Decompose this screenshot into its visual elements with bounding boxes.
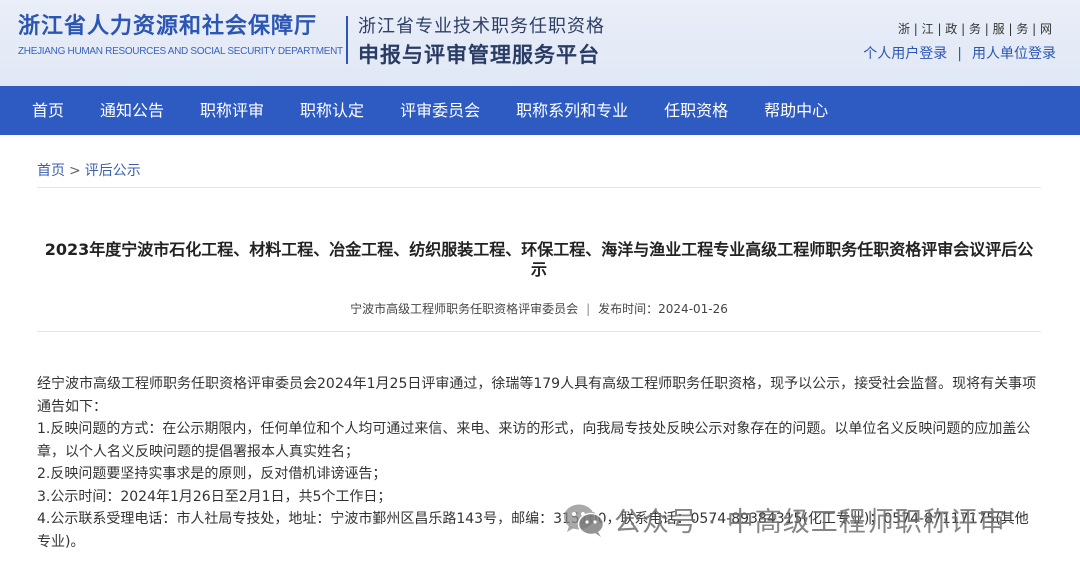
nav-review-committee[interactable]: 评审委员会 — [382, 86, 498, 135]
nav-series-and-majors[interactable]: 职称系列和专业 — [498, 86, 646, 135]
article-title: 2023年度宁波市石化工程、材料工程、冶金工程、纺织服装工程、环保工程、海洋与渔… — [44, 240, 1034, 279]
platform-subtitle: 浙江省专业技术职务任职资格 — [358, 16, 605, 37]
unit-login-link[interactable]: 用人单位登录 — [972, 46, 1056, 62]
breadcrumb-current[interactable]: 评后公示 — [85, 163, 141, 179]
article-meta: 宁波市高级工程师职务任职资格评审委员会 | 发布时间：2024-01-26 — [37, 300, 1041, 317]
header-divider — [346, 16, 348, 64]
body-paragraph-3: 3.公示时间：2024年1月26日至2月1日，共5个工作日； — [37, 488, 392, 505]
department-name-english: ZHEJIANG HUMAN RESOURCES AND SOCIAL SECU… — [18, 46, 343, 57]
nav-home[interactable]: 首页 — [0, 86, 82, 135]
site-header: 浙江省人力资源和社会保障厅 ZHEJIANG HUMAN RESOURCES A… — [0, 0, 1080, 86]
meta-divider — [37, 331, 1041, 332]
login-separator: | — [957, 46, 962, 62]
nav-qualifications[interactable]: 任职资格 — [646, 86, 746, 135]
article-source: 宁波市高级工程师职务任职资格评审委员会 — [350, 302, 579, 316]
publish-date: 2024-01-26 — [658, 302, 728, 316]
body-paragraph-4: 4.公示联系受理电话：市人社局专技处，地址：宁波市鄞州区昌乐路143号，邮编：3… — [37, 511, 1029, 550]
zhejiang-gov-service-link[interactable]: 浙 | 江 | 政 | 务 | 服 | 务 | 网 — [898, 20, 1052, 37]
article-body: 经宁波市高级工程师职务任职资格评审委员会2024年1月25日评审通过，徐瑞等17… — [37, 373, 1041, 553]
body-paragraph-2: 2.反映问题要坚持实事求是的原则，反对借机诽谤诬告； — [37, 466, 387, 482]
publish-label: 发布时间： — [598, 302, 659, 316]
body-paragraph-1: 1.反映问题的方式：在公示期限内，任何单位和个人均可通过来信、来电、来访的形式，… — [37, 421, 1031, 460]
nav-title-review[interactable]: 职称评审 — [182, 86, 282, 135]
breadcrumb-home[interactable]: 首页 — [37, 163, 65, 179]
meta-separator: | — [586, 302, 591, 316]
department-name[interactable]: 浙江省人力资源和社会保障厅 — [18, 8, 317, 40]
breadcrumb: 首页 > 评后公示 — [37, 160, 141, 180]
main-nav: 首页 通知公告 职称评审 职称认定 评审委员会 职称系列和专业 任职资格 帮助中… — [0, 86, 1080, 135]
nav-notices[interactable]: 通知公告 — [82, 86, 182, 135]
platform-title: 申报与评审管理服务平台 — [358, 43, 600, 67]
body-paragraph-intro: 经宁波市高级工程师职务任职资格评审委员会2024年1月25日评审通过，徐瑞等17… — [37, 376, 1037, 415]
nav-title-recognition[interactable]: 职称认定 — [282, 86, 382, 135]
nav-help-center[interactable]: 帮助中心 — [746, 86, 846, 135]
personal-login-link[interactable]: 个人用户登录 — [863, 46, 947, 62]
login-links: 个人用户登录 | 用人单位登录 — [863, 43, 1056, 63]
breadcrumb-arrow: > — [69, 163, 81, 179]
breadcrumb-divider — [37, 187, 1041, 188]
